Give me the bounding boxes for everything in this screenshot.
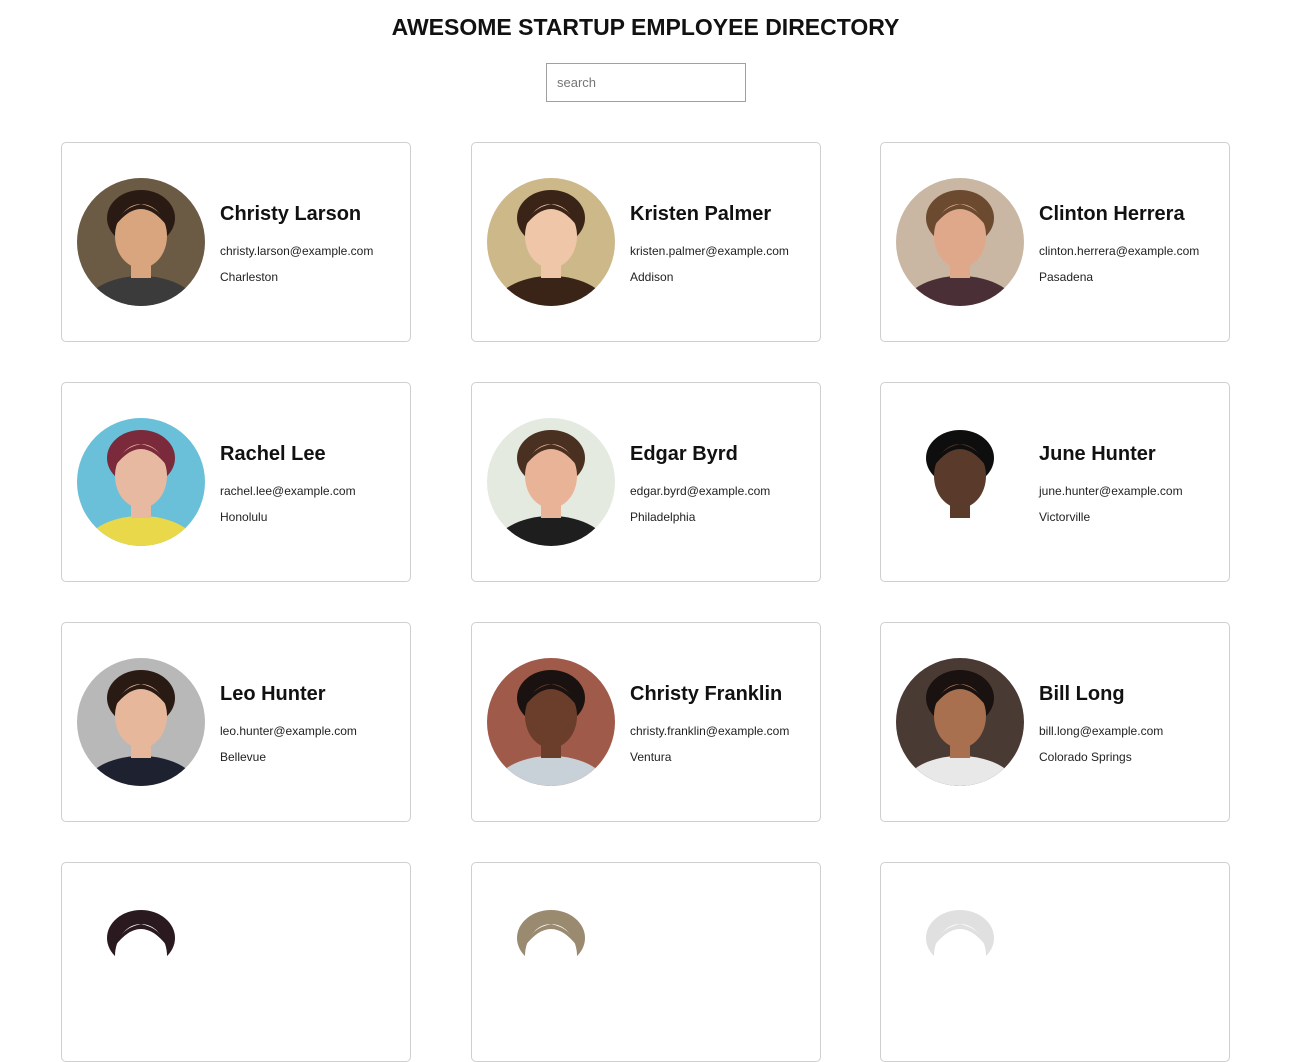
employee-email: edgar.byrd@example.com (630, 484, 771, 498)
employee-email: christy.larson@example.com (220, 244, 374, 258)
employee-name: Christy Larson (220, 203, 362, 225)
employee-card[interactable]: Kristen Palmer kristen.palmer@example.com… (471, 142, 821, 342)
employee-card[interactable] (61, 862, 411, 1062)
employee-card[interactable]: Bill Long bill.long@example.com Colorado S… (880, 622, 1230, 822)
avatar (487, 178, 615, 306)
employee-card[interactable]: Clinton Herrera clinton.herrera@example.c… (880, 142, 1230, 342)
employee-name: Edgar Byrd (630, 443, 738, 465)
employee-name: Christy Franklin (630, 683, 783, 705)
employee-card[interactable]: Christy Larson christy.larson@example.com… (61, 142, 411, 342)
employee-email: june.hunter@example.com (1039, 484, 1183, 498)
employee-city: Addison (630, 270, 674, 284)
avatar (487, 418, 615, 546)
avatar (77, 418, 205, 546)
employee-name: Clinton Herrera (1039, 203, 1185, 225)
employee-email: rachel.lee@example.com (220, 484, 356, 498)
employee-email: christy.franklin@example.com (630, 724, 790, 738)
employee-name: Kristen Palmer (630, 203, 772, 225)
employee-card[interactable]: Edgar Byrd edgar.byrd@example.com Philadel… (471, 382, 821, 582)
employee-name: Bill Long (1039, 683, 1125, 705)
employee-card[interactable]: June Hunter june.hunter@example.com Victor… (880, 382, 1230, 582)
avatar (896, 418, 1024, 546)
employee-name: June Hunter (1039, 443, 1156, 465)
employee-email: kristen.palmer@example.com (630, 244, 789, 258)
employee-card[interactable]: Rachel Lee rachel.lee@example.com Honolulu (61, 382, 411, 582)
employee-city: Philadelphia (630, 510, 696, 524)
employee-city: Colorado Springs (1039, 750, 1132, 764)
employee-email: clinton.herrera@example.com (1039, 244, 1200, 258)
search-input[interactable] (546, 63, 746, 102)
employee-city: Victorville (1039, 510, 1091, 524)
employee-name: Leo Hunter (220, 683, 326, 705)
employee-city: Bellevue (220, 750, 267, 764)
page-title: AWESOME STARTUP EMPLOYEE DIRECTORY (391, 14, 900, 40)
employee-city: Ventura (630, 750, 672, 764)
avatar (77, 178, 205, 306)
employee-city: Pasadena (1039, 270, 1094, 284)
avatar (77, 658, 205, 786)
avatar (487, 658, 615, 786)
avatar (896, 658, 1024, 786)
employee-card[interactable]: Christy Franklin christy.franklin@example… (471, 622, 821, 822)
avatar (896, 898, 1024, 1026)
employee-email: bill.long@example.com (1039, 724, 1164, 738)
employee-name: Rachel Lee (220, 443, 326, 465)
employee-city: Charleston (220, 270, 279, 284)
avatar (896, 178, 1024, 306)
avatar (77, 898, 205, 1026)
employee-card[interactable] (880, 862, 1230, 1062)
employee-city: Honolulu (220, 510, 268, 524)
employee-card[interactable]: Leo Hunter leo.hunter@example.com Bellevue (61, 622, 411, 822)
employee-email: leo.hunter@example.com (220, 724, 357, 738)
avatar (487, 898, 615, 1026)
employee-card[interactable] (471, 862, 821, 1062)
